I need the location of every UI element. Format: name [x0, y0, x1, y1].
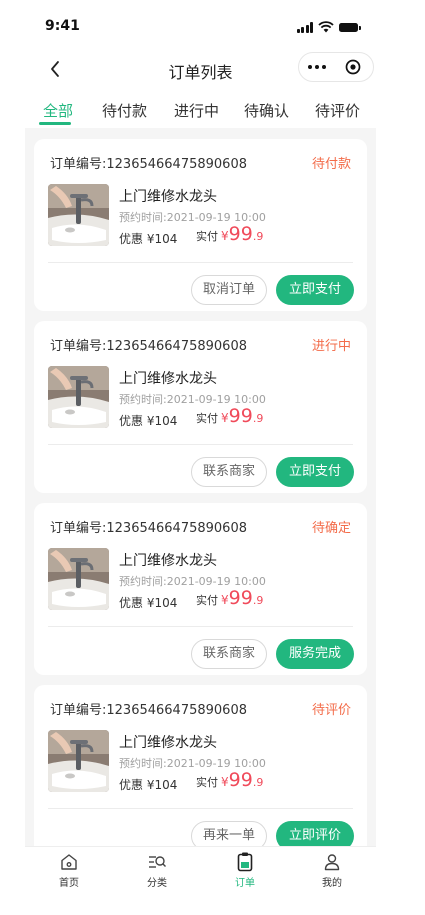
user-icon — [324, 854, 340, 871]
target-close-icon — [345, 59, 361, 75]
price-currency: ¥ — [221, 775, 229, 789]
tab-pending-confirm[interactable]: 待确认 — [244, 100, 289, 121]
discount-amount: 优惠 ¥104 — [119, 232, 178, 246]
service-name: 上门维修水龙头 — [119, 371, 217, 387]
service-name: 上门维修水龙头 — [119, 553, 217, 569]
order-card: 订单编号:12365466475890608 待评价 上门维修水龙头 预约时间:… — [34, 685, 367, 848]
order-list: 订单编号:12365466475890608 待付款 上门维修水龙头 预约时间:… — [25, 128, 376, 848]
order-status: 待评价 — [311, 703, 351, 718]
paid-amount: 实付 ¥ 99 .9 — [196, 587, 263, 609]
faucet-image — [48, 730, 109, 792]
service-name: 上门维修水龙头 — [119, 189, 217, 205]
paid-amount: 实付 ¥ 99 .9 — [196, 769, 263, 791]
status-time: 9:41 — [45, 18, 80, 34]
price-cents: .9 — [252, 230, 264, 243]
mini-program-capsule — [298, 52, 374, 82]
battery-icon — [339, 22, 361, 32]
price-currency: ¥ — [221, 593, 229, 607]
order-status: 待确定 — [311, 521, 351, 536]
home-icon — [61, 854, 77, 870]
card-divider — [48, 262, 353, 263]
phone-screen: 9:41 订单列表 全部 待付款 进行中 待确认 待评价 订单编号:123654… — [25, 8, 376, 891]
order-status-tabs: 全部 待付款 进行中 待确认 待评价 — [25, 92, 376, 128]
tabbar-profile[interactable]: 我的 — [302, 851, 362, 889]
service-thumbnail[interactable] — [48, 548, 109, 610]
tabbar-home-label: 首页 — [59, 878, 79, 889]
paid-label: 实付 — [196, 776, 218, 789]
discount-amount: 优惠 ¥104 — [119, 596, 178, 610]
price-main: 99 — [228, 223, 253, 245]
signal-icon — [296, 21, 313, 33]
price-currency: ¥ — [221, 229, 229, 243]
paid-label: 实付 — [196, 230, 218, 243]
service-name: 上门维修水龙头 — [119, 735, 217, 751]
primary-action-button[interactable]: 立即支付 — [276, 275, 354, 305]
tabbar-category[interactable]: 分类 — [127, 851, 187, 889]
card-divider — [48, 444, 353, 445]
paid-label: 实付 — [196, 412, 218, 425]
price-main: 99 — [228, 405, 253, 427]
order-number: 订单编号:12365466475890608 — [50, 703, 247, 718]
order-status: 待付款 — [311, 157, 351, 172]
secondary-action-button[interactable]: 再来一单 — [191, 821, 267, 848]
order-card: 订单编号:12365466475890608 进行中 上门维修水龙头 预约时间:… — [34, 321, 367, 493]
paid-amount: 实付 ¥ 99 .9 — [196, 223, 263, 245]
more-button[interactable] — [299, 53, 335, 81]
primary-action-button[interactable]: 服务完成 — [276, 639, 354, 669]
more-dot — [315, 65, 319, 69]
status-icons — [296, 20, 361, 34]
more-dot — [322, 65, 326, 69]
paid-label: 实付 — [196, 594, 218, 607]
bottom-tab-bar: 首页 分类 订单 我的 — [25, 846, 376, 891]
paid-amount: 实付 ¥ 99 .9 — [196, 405, 263, 427]
discount-amount: 优惠 ¥104 — [119, 414, 178, 428]
price-cents: .9 — [252, 412, 264, 425]
price-main: 99 — [228, 769, 253, 791]
order-card: 订单编号:12365466475890608 待付款 上门维修水龙头 预约时间:… — [34, 139, 367, 311]
faucet-image — [48, 184, 109, 246]
primary-action-button[interactable]: 立即评价 — [276, 821, 354, 848]
order-status: 进行中 — [311, 339, 351, 354]
category-search-icon — [149, 856, 166, 868]
navigation-bar: 订单列表 — [25, 48, 376, 92]
order-number: 订单编号:12365466475890608 — [50, 339, 247, 354]
order-number: 订单编号:12365466475890608 — [50, 157, 247, 172]
order-number: 订单编号:12365466475890608 — [50, 521, 247, 536]
wifi-icon — [318, 21, 334, 33]
tabbar-profile-label: 我的 — [322, 878, 342, 889]
service-thumbnail[interactable] — [48, 184, 109, 246]
active-tab-indicator — [39, 122, 71, 125]
secondary-action-button[interactable]: 联系商家 — [191, 457, 267, 487]
more-dots-icon — [308, 65, 312, 69]
status-bar: 9:41 — [25, 8, 376, 48]
service-thumbnail[interactable] — [48, 366, 109, 428]
card-divider — [48, 808, 353, 809]
faucet-image — [48, 548, 109, 610]
price-cents: .9 — [252, 594, 264, 607]
secondary-action-button[interactable]: 联系商家 — [191, 639, 267, 669]
tab-in-progress[interactable]: 进行中 — [174, 100, 219, 121]
tab-all[interactable]: 全部 — [43, 100, 73, 121]
tabbar-home[interactable]: 首页 — [39, 851, 99, 889]
close-button[interactable] — [335, 53, 371, 81]
tab-pending-review[interactable]: 待评价 — [315, 100, 360, 121]
price-currency: ¥ — [221, 411, 229, 425]
order-clipboard-icon — [237, 852, 253, 872]
service-thumbnail[interactable] — [48, 730, 109, 792]
order-card: 订单编号:12365466475890608 待确定 上门维修水龙头 预约时间:… — [34, 503, 367, 675]
price-main: 99 — [228, 587, 253, 609]
card-divider — [48, 626, 353, 627]
tab-pending-payment[interactable]: 待付款 — [102, 100, 147, 121]
faucet-image — [48, 366, 109, 428]
tabbar-orders-label: 订单 — [235, 878, 255, 889]
discount-amount: 优惠 ¥104 — [119, 778, 178, 792]
price-cents: .9 — [252, 776, 264, 789]
primary-action-button[interactable]: 立即支付 — [276, 457, 354, 487]
tabbar-orders[interactable]: 订单 — [215, 851, 275, 889]
secondary-action-button[interactable]: 取消订单 — [191, 275, 267, 305]
tabbar-category-label: 分类 — [147, 878, 167, 889]
